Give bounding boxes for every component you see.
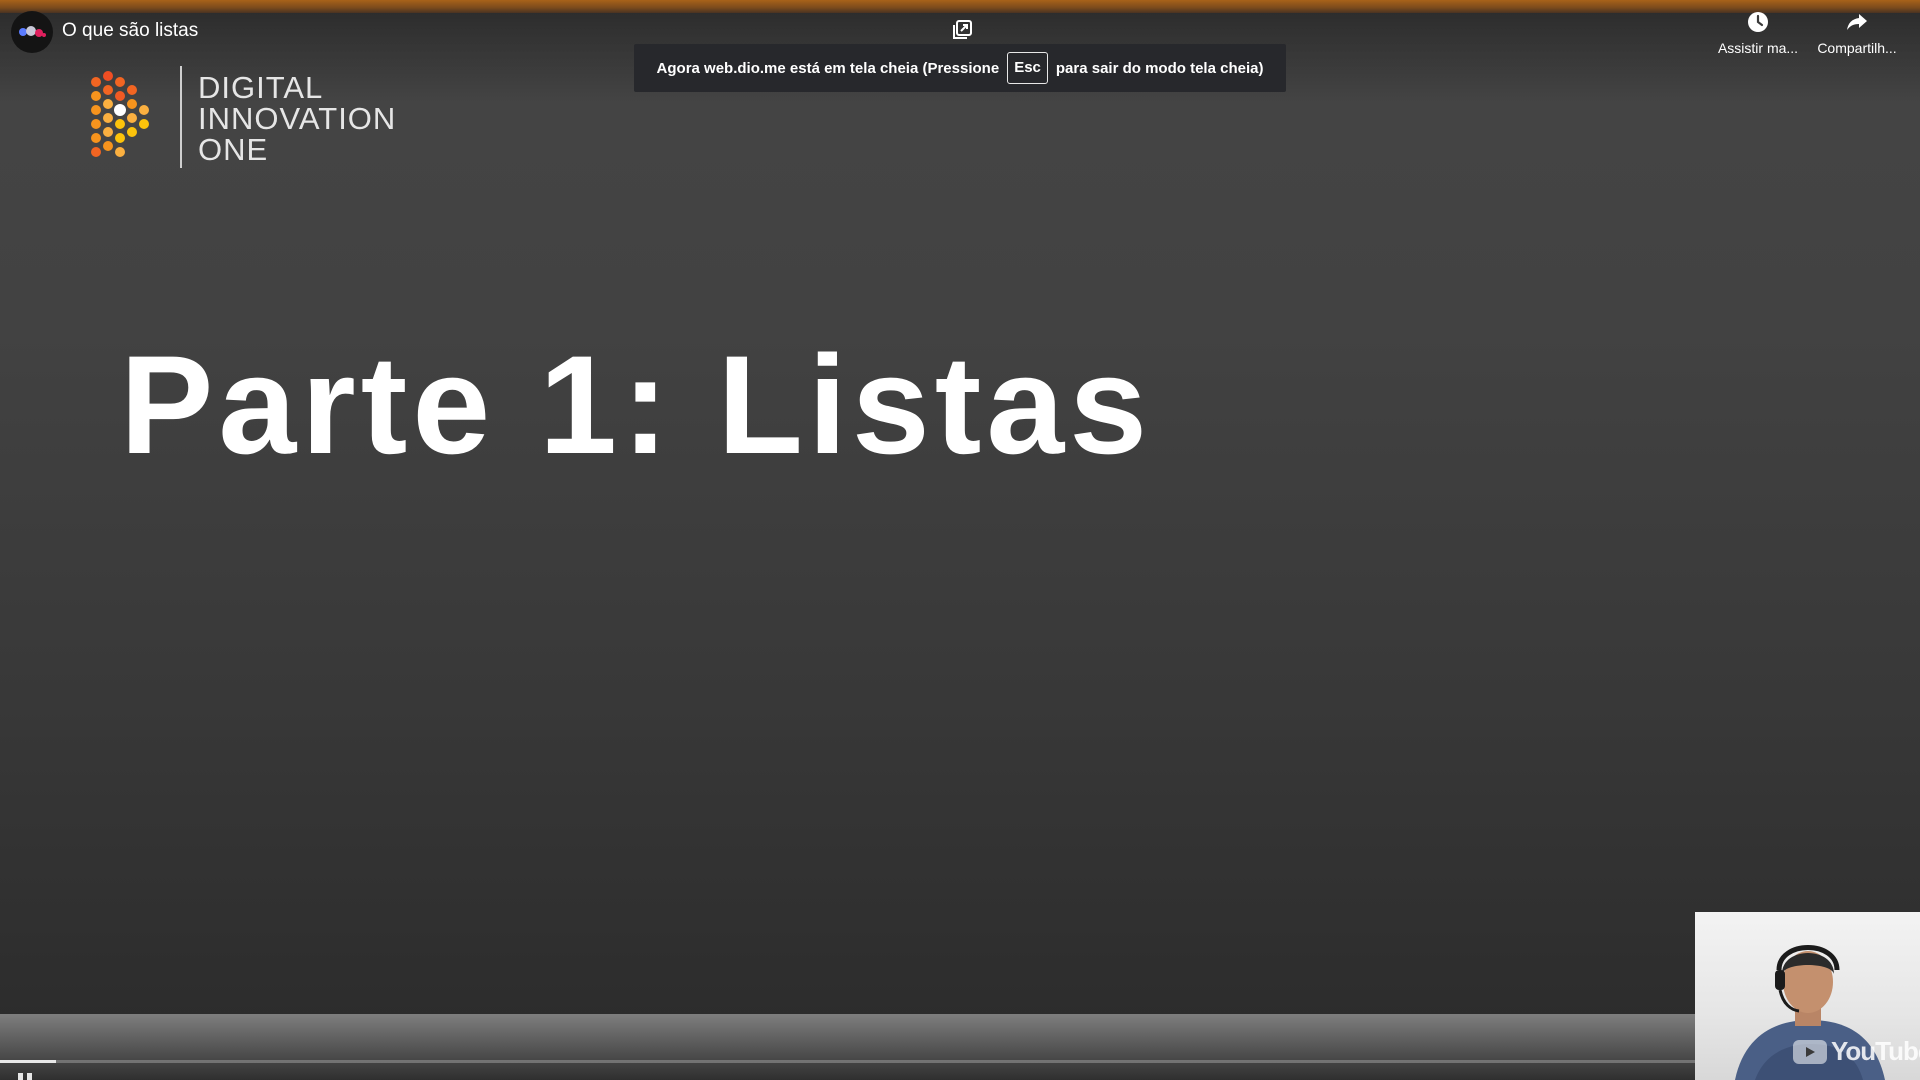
slide-heading: Parte 1: Listas (120, 326, 1153, 483)
fullscreen-notice-text-before: Agora web.dio.me está em tela cheia (Pre… (656, 59, 1000, 77)
dio-channel-avatar-icon (19, 26, 46, 37)
esc-key-badge: Esc (1007, 52, 1048, 84)
clock-icon (1748, 12, 1768, 32)
youtube-wordmark: YouTube (1831, 1036, 1920, 1066)
dio-logo-wordmark: DIGITAL INNOVATION ONE (198, 72, 396, 165)
pause-icon-bar (27, 1073, 32, 1080)
progress-bar[interactable] (0, 1060, 1695, 1063)
video-player[interactable]: O que são listas Agora web.dio.me está e… (0, 0, 1920, 1080)
pause-icon (18, 1073, 23, 1080)
fullscreen-notice-text-after: para sair do modo tela cheia) (1055, 59, 1264, 77)
miniplayer-icon (953, 20, 972, 39)
share-label: Compartilh... (1817, 40, 1897, 56)
share-arrow-icon (1847, 14, 1867, 30)
video-title[interactable]: O que são listas (62, 19, 198, 43)
logo-divider (180, 66, 182, 168)
logo-line-1: DIGITAL (198, 70, 324, 105)
youtube-play-icon (1793, 1039, 1827, 1064)
youtube-watermark[interactable]: YouTube (1793, 1036, 1920, 1067)
watch-later-label: Assistir ma... (1717, 40, 1799, 56)
share-button[interactable]: Compartilh... (1802, 10, 1912, 56)
channel-avatar[interactable] (11, 11, 53, 53)
fullscreen-notice: Agora web.dio.me está em tela cheia (Pre… (634, 44, 1286, 92)
top-accent-bar (0, 0, 1920, 13)
miniplayer-button[interactable] (946, 14, 978, 46)
logo-line-3: ONE (198, 132, 269, 167)
progress-played (0, 1060, 56, 1063)
logo-line-2: INNOVATION (198, 101, 397, 136)
watch-later-button[interactable]: Assistir ma... (1703, 10, 1813, 56)
controls-gradient (0, 1014, 1695, 1080)
play-pause-button[interactable] (18, 1070, 38, 1080)
